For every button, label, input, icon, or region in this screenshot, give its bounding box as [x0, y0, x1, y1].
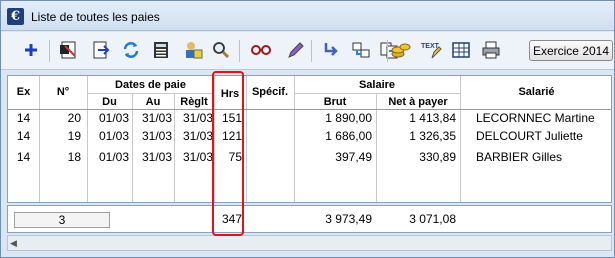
cell-ex: 14	[16, 150, 31, 164]
header-brut[interactable]: Brut	[294, 96, 376, 108]
header-ex[interactable]: Ex	[8, 86, 39, 98]
cell-du: 01/03	[98, 150, 129, 164]
cell-net: 330,89	[419, 150, 456, 164]
header-divider	[87, 93, 214, 94]
cell-num: 19	[67, 129, 81, 143]
header-salarie[interactable]: Salarié	[460, 86, 611, 98]
toolbar-separator	[49, 40, 50, 62]
header-divider	[294, 93, 460, 94]
cell-num: 20	[67, 111, 81, 125]
cell-du: 01/03	[98, 129, 129, 143]
cell-salarie: LECORNNEC Martine	[476, 111, 595, 125]
cell-net: 1 326,35	[409, 129, 456, 143]
table-row[interactable]: 14 18 01/03 31/03 31/03 75 397,49 330,89…	[8, 150, 611, 167]
header-au[interactable]: Au	[132, 96, 174, 108]
transfer-icon[interactable]	[319, 39, 343, 61]
cell-au: 31/03	[141, 150, 172, 164]
total-hrs: 347	[221, 212, 242, 226]
cell-salarie: DELCOURT Juliette	[476, 129, 583, 143]
cell-ex: 14	[16, 129, 31, 143]
cell-brut: 1 686,00	[325, 129, 372, 143]
export-icon[interactable]	[89, 39, 113, 61]
record-count: 3	[14, 212, 110, 228]
add-icon[interactable]	[19, 39, 43, 61]
toolbar-separator	[239, 40, 240, 62]
toolbar: TEXT Exercice 2014	[1, 32, 614, 70]
window: € Liste de toutes les paies TEXT Exercic…	[0, 0, 615, 258]
cell-hrs: 75	[228, 150, 242, 164]
edit-doc-icon[interactable]	[57, 39, 81, 61]
header-net[interactable]: Net à payer	[376, 96, 460, 108]
glasses-icon[interactable]	[249, 39, 273, 61]
calculator-icon[interactable]	[149, 39, 173, 61]
cell-brut: 1 890,00	[325, 111, 372, 125]
header-reglt[interactable]: Règlt	[174, 96, 214, 108]
table-icon[interactable]	[449, 39, 473, 61]
flow-icon[interactable]	[349, 39, 373, 61]
window-title: Liste de toutes les paies	[31, 10, 160, 24]
text-icon[interactable]: TEXT	[419, 39, 443, 61]
header-du[interactable]: Du	[87, 96, 132, 108]
title-bar: € Liste de toutes les paies	[1, 1, 614, 31]
table-row[interactable]: 14 20 01/03 31/03 31/03 151 1 890,00 1 4…	[8, 111, 611, 128]
pencil-icon[interactable]	[283, 39, 307, 61]
search-icon[interactable]	[209, 39, 233, 61]
toolbar-separator	[311, 40, 312, 62]
horizontal-scrollbar[interactable]: ◀	[7, 235, 612, 251]
payroll-table: Ex N° Dates de paie Du Au Règlt Hrs Spéc…	[7, 75, 612, 203]
cell-brut: 397,49	[335, 150, 372, 164]
cell-hrs: 151	[221, 111, 242, 125]
header-hrs[interactable]: Hrs	[214, 88, 246, 100]
app-icon: €	[7, 8, 24, 25]
total-brut: 3 973,49	[325, 212, 372, 226]
cell-hrs: 121	[221, 129, 242, 143]
coins-icon[interactable]	[389, 39, 413, 61]
total-net: 3 071,08	[409, 212, 456, 226]
user-money-icon[interactable]	[181, 39, 205, 61]
cell-au: 31/03	[141, 129, 172, 143]
header-specif[interactable]: Spécif.	[246, 86, 294, 98]
cell-reglt: 31/03	[182, 150, 213, 164]
header-num[interactable]: N°	[39, 86, 87, 98]
scroll-left-icon[interactable]: ◀	[10, 238, 17, 249]
table-row[interactable]: 14 19 01/03 31/03 31/03 121 1 686,00 1 3…	[8, 129, 611, 146]
cell-salarie: BARBIER Gilles	[476, 150, 563, 164]
cell-reglt: 31/03	[182, 111, 213, 125]
header-salaire-group: Salaire	[358, 79, 396, 91]
header-dates-group: Dates de paie	[115, 79, 186, 91]
cell-reglt: 31/03	[182, 129, 213, 143]
toolbar-separator	[387, 40, 388, 62]
totals-bar: 3 347 3 973,49 3 071,08	[7, 205, 612, 233]
cell-net: 1 413,84	[409, 111, 456, 125]
cell-ex: 14	[16, 111, 31, 125]
exercice-button[interactable]: Exercice 2014	[529, 40, 613, 61]
refresh-icon[interactable]	[119, 39, 143, 61]
printer-icon[interactable]	[479, 39, 503, 61]
cell-du: 01/03	[98, 111, 129, 125]
cell-num: 18	[67, 150, 81, 164]
header-bottom-line	[8, 109, 611, 110]
cell-au: 31/03	[141, 111, 172, 125]
